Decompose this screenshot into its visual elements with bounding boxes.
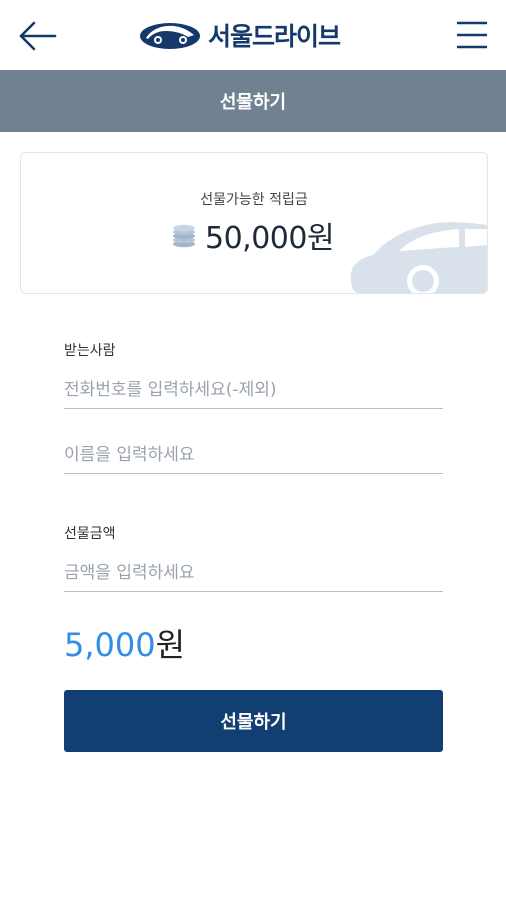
car-illustration-icon [350, 222, 487, 293]
back-arrow-icon [19, 21, 57, 51]
back-button[interactable] [18, 18, 58, 54]
balance-label: 선물가능한 적립금 [200, 192, 308, 208]
balance-value: 50,000원 [205, 221, 335, 256]
balance-card: 선물가능한 적립금 50,000원 [20, 152, 488, 294]
menu-button[interactable] [456, 20, 488, 50]
brand-logo: 서울드라이브 [138, 14, 341, 56]
brand-name: 서울드라이브 [208, 22, 341, 51]
gift-amount-input[interactable] [64, 555, 443, 592]
balance-amount: 50,000원 [171, 213, 335, 257]
top-bar: 서울드라이브 [0, 0, 506, 70]
page-title: 선물하기 [0, 70, 506, 132]
gift-amount-unit: 원 [155, 626, 186, 664]
gift-amount-value: 5,000 [64, 626, 156, 664]
recipient-label: 받는사람 [64, 343, 116, 359]
name-input[interactable] [64, 437, 443, 474]
coins-icon [173, 224, 195, 248]
gift-amount-label: 선물금액 [64, 526, 116, 542]
phone-input[interactable] [64, 372, 443, 409]
gift-submit-button[interactable]: 선물하기 [64, 690, 443, 752]
hamburger-menu-icon [457, 21, 487, 49]
car-logo-icon [140, 23, 200, 49]
gift-amount-display: 5,000원 [64, 620, 185, 666]
